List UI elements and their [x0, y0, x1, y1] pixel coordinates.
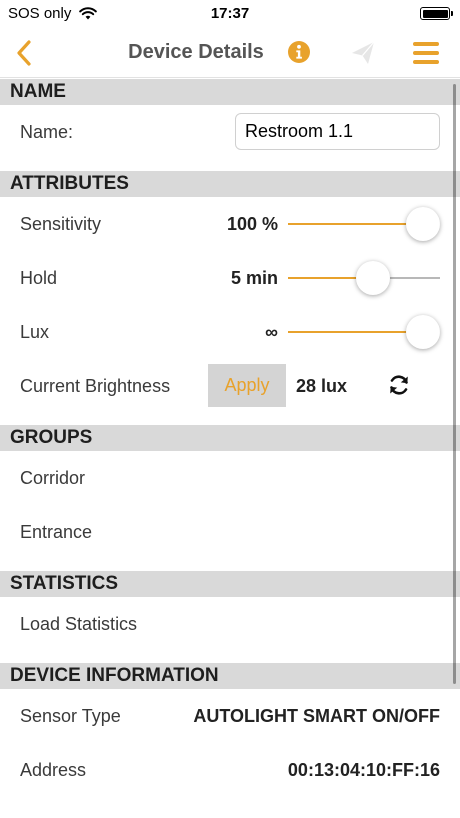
slider-thumb[interactable]: [406, 315, 440, 349]
list-item-group[interactable]: Entrance: [0, 505, 460, 559]
section-header-groups: GROUPS: [0, 425, 460, 451]
hamburger-menu-icon[interactable]: [410, 38, 442, 68]
lux-label: Lux: [20, 322, 50, 342]
status-time: 17:37: [210, 5, 250, 22]
slider-fill: [288, 331, 423, 333]
info-icon[interactable]: [287, 40, 311, 64]
battery-icon: [420, 7, 453, 20]
name-label: Name:: [20, 122, 74, 142]
brightness-value: 28 lux: [296, 376, 348, 396]
lux-slider[interactable]: [288, 315, 440, 349]
slider-fill: [288, 223, 423, 225]
refresh-icon[interactable]: [387, 373, 411, 397]
sensitivity-slider[interactable]: [288, 207, 440, 241]
paper-plane-icon[interactable]: [350, 40, 376, 66]
lux-row: Lux ∞: [0, 305, 460, 359]
device-details-content: NAME Name: ATTRIBUTES Sensitivity 100 % …: [0, 79, 460, 797]
slider-thumb[interactable]: [356, 261, 391, 295]
status-bar: SOS only 17:37: [0, 0, 460, 28]
lux-value: ∞: [265, 322, 278, 342]
address-value: 00:13:04:10:FF:16: [287, 760, 440, 780]
sensitivity-value: 100 %: [226, 214, 278, 234]
section-header-device-information: DEVICE INFORMATION: [0, 663, 460, 689]
load-statistics-row[interactable]: Load Statistics: [0, 597, 460, 651]
apply-button[interactable]: Apply: [208, 364, 286, 407]
scrollbar[interactable]: [453, 84, 456, 684]
battery-fill: [422, 9, 448, 18]
page-title: Device Details: [128, 41, 264, 63]
sensor-type-row: Sensor Type AUTOLIGHT SMART ON/OFF: [0, 689, 460, 743]
group-label: Entrance: [20, 522, 93, 542]
sensor-type-label: Sensor Type: [20, 706, 121, 726]
current-brightness-row: Current Brightness Apply 28 lux: [0, 359, 460, 413]
section-header-attributes: ATTRIBUTES: [0, 171, 460, 197]
hold-row: Hold 5 min: [0, 251, 460, 305]
nav-bar: Device Details: [0, 28, 460, 78]
list-item-group[interactable]: Corridor: [0, 451, 460, 505]
hold-label: Hold: [20, 268, 58, 288]
address-row: Address 00:13:04:10:FF:16: [0, 743, 460, 797]
current-brightness-label: Current Brightness: [20, 376, 171, 396]
sensor-type-value: AUTOLIGHT SMART ON/OFF: [193, 706, 440, 726]
address-label: Address: [20, 760, 87, 780]
group-label: Corridor: [20, 468, 86, 488]
battery-tip: [450, 11, 453, 16]
hold-slider[interactable]: [288, 261, 440, 295]
load-statistics-label: Load Statistics: [20, 614, 138, 634]
slider-thumb[interactable]: [406, 207, 440, 241]
section-header-statistics: STATISTICS: [0, 571, 460, 597]
section-header-name: NAME: [0, 79, 460, 105]
name-row: Name:: [0, 105, 460, 159]
sensitivity-row: Sensitivity 100 %: [0, 197, 460, 251]
hold-value: 5 min: [230, 268, 278, 288]
name-field[interactable]: [235, 113, 440, 150]
sensitivity-label: Sensitivity: [20, 214, 102, 234]
